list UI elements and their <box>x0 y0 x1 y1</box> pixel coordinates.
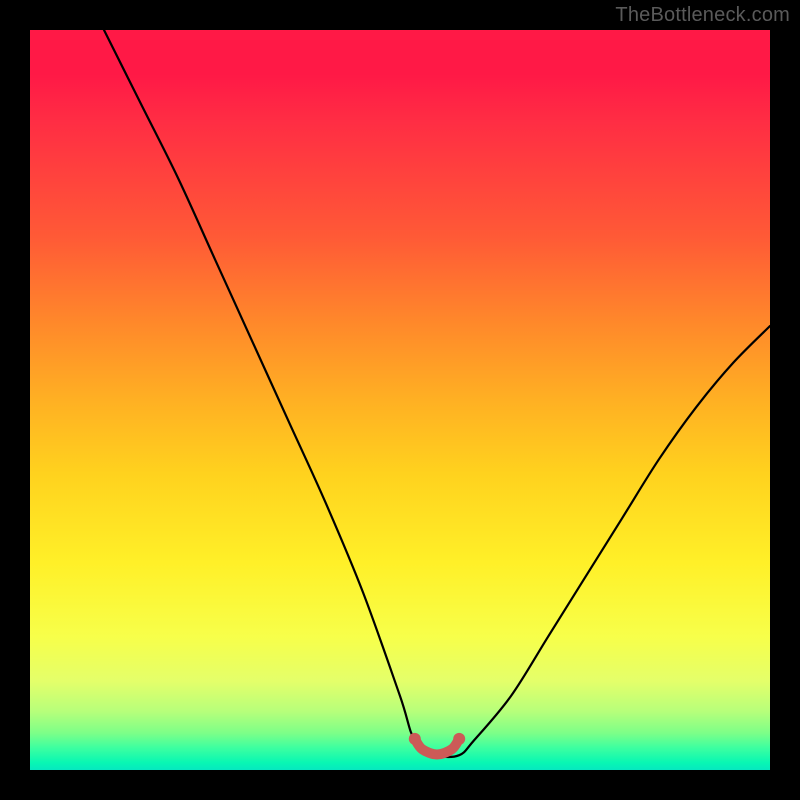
bottleneck-curve <box>104 30 770 757</box>
marker-endpoint-left <box>409 733 421 745</box>
optimal-range-marker <box>415 739 459 755</box>
plot-area <box>30 30 770 770</box>
curve-svg <box>30 30 770 770</box>
chart-frame: TheBottleneck.com <box>0 0 800 800</box>
marker-endpoint-right <box>453 733 465 745</box>
watermark-text: TheBottleneck.com <box>615 4 790 27</box>
